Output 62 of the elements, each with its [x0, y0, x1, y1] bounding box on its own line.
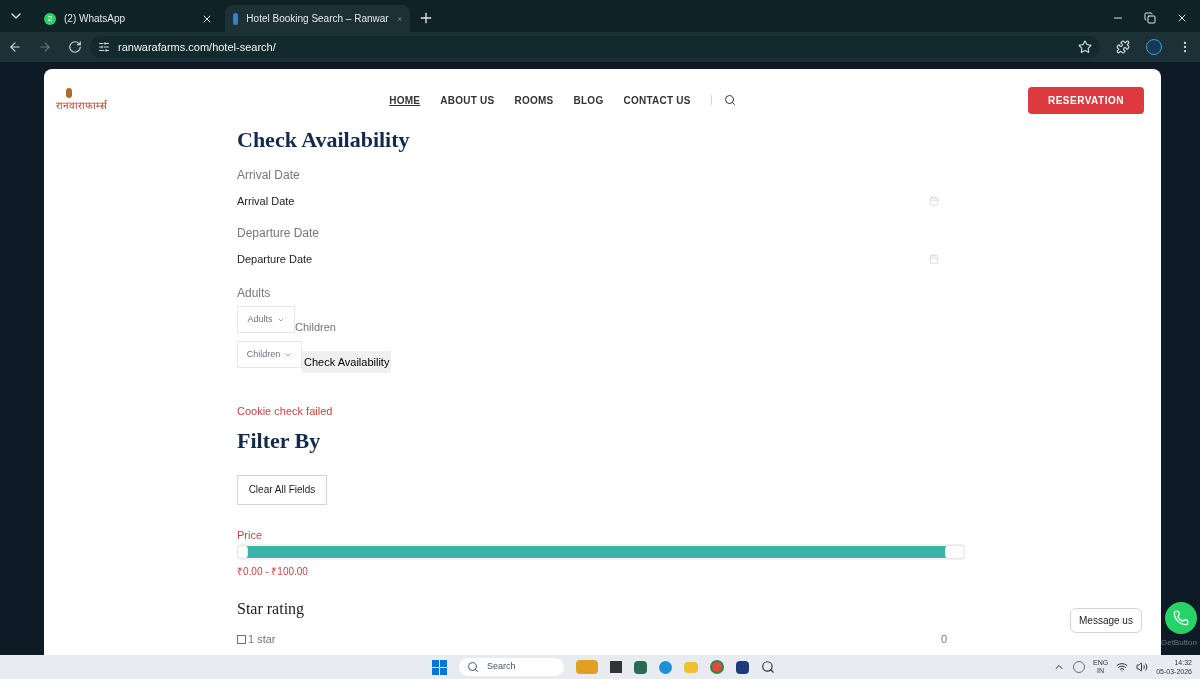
- notification-badge: 2: [44, 12, 56, 25]
- error-message: Cookie check failed: [237, 404, 334, 419]
- nav-link[interactable]: ABOUT US: [440, 92, 495, 108]
- browser-tab[interactable]: 2 (2) WhatsApp: [36, 5, 221, 32]
- price-range-slider[interactable]: [237, 544, 965, 560]
- date-field[interactable]: Departure Date: [237, 250, 947, 268]
- calendar-icon: [929, 254, 939, 264]
- tab-title: (2) WhatsApp: [64, 12, 127, 26]
- adults-select[interactable]: Adults: [237, 306, 295, 333]
- chat-tooltip[interactable]: Message us: [1070, 608, 1142, 633]
- bookmark-star-icon[interactable]: [1078, 40, 1092, 54]
- volume-icon[interactable]: [1136, 661, 1149, 673]
- clear-fields-button[interactable]: Clear All Fields: [237, 474, 327, 505]
- site-settings-icon[interactable]: [98, 41, 110, 53]
- restore-icon[interactable]: [1144, 12, 1156, 24]
- search-icon: [467, 661, 479, 673]
- date-field[interactable]: Arrival Date: [237, 192, 947, 210]
- checkbox[interactable]: [237, 634, 246, 644]
- site-favicon-icon: [233, 12, 239, 25]
- taskbar-search[interactable]: Search: [459, 658, 564, 676]
- magnifier-icon[interactable]: [761, 660, 775, 674]
- section-heading: Filter By: [237, 426, 322, 455]
- extensions-icon[interactable]: [1116, 40, 1130, 54]
- nav-link[interactable]: CONTACT US: [623, 92, 691, 108]
- children-select[interactable]: Children: [237, 341, 302, 368]
- price-label: Price: [237, 527, 264, 543]
- windows-start-icon[interactable]: [432, 659, 447, 675]
- slider-handle[interactable]: [945, 545, 965, 559]
- field-label: Adults: [237, 285, 272, 302]
- app-icon[interactable]: [634, 660, 647, 674]
- new-tab-icon[interactable]: [418, 10, 434, 26]
- rating-count: 0: [940, 632, 947, 647]
- nav-link[interactable]: ROOMS: [514, 92, 554, 108]
- phone-icon: [1173, 610, 1189, 626]
- nav-link[interactable]: BLOG: [573, 92, 604, 108]
- site-logo[interactable]: रानवाराफार्म्स: [56, 97, 107, 113]
- wifi-icon[interactable]: [1116, 661, 1129, 673]
- calendar-icon: [929, 196, 939, 206]
- check-availability-button[interactable]: Check Availability: [302, 351, 392, 373]
- slider-handle[interactable]: [237, 545, 248, 559]
- section-heading: Check Availability: [237, 126, 411, 154]
- app-icon[interactable]: [736, 660, 749, 674]
- reload-icon[interactable]: [68, 40, 82, 54]
- browser-tab[interactable]: Hotel Booking Search – Ranwar: [225, 5, 410, 32]
- url-text: ranwarafarms.com/hotel-search/: [118, 39, 276, 55]
- subsection-heading: Star rating: [237, 599, 306, 620]
- field-label: Children: [295, 319, 336, 335]
- nav-link[interactable]: HOME: [389, 92, 421, 108]
- profile-avatar[interactable]: [1146, 39, 1162, 55]
- price-range-text: ₹0.00 - ₹100.00: [237, 565, 309, 579]
- whatsapp-button[interactable]: [1165, 602, 1197, 634]
- tab-title: Hotel Booking Search – Ranwar: [246, 12, 389, 26]
- search-icon[interactable]: [723, 94, 736, 106]
- back-icon[interactable]: [8, 40, 22, 54]
- field-label: Departure Date: [237, 225, 321, 242]
- address-bar[interactable]: ranwarafarms.com/hotel-search/: [90, 36, 1100, 58]
- field-label: Arrival Date: [237, 167, 301, 184]
- forward-icon[interactable]: [38, 40, 52, 54]
- checkbox-label: 1 star: [248, 632, 276, 647]
- credit-text: GetButton: [1160, 637, 1197, 649]
- reservation-button[interactable]: RESERVATION: [1027, 86, 1144, 114]
- close-icon[interactable]: [1176, 12, 1188, 24]
